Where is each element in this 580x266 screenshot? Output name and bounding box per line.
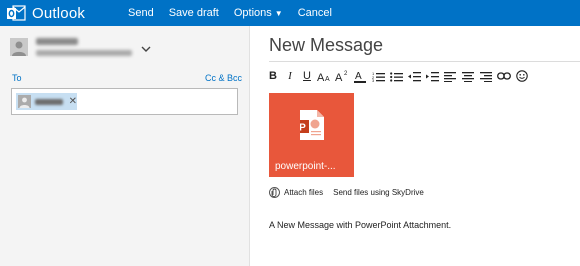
recipients-pane: To Cc & Bcc ✕ [0,26,250,266]
recipient-name-redacted [34,98,63,105]
attachment-links: Attach files Send files using SkyDrive [269,186,424,198]
svg-text:A: A [325,76,330,82]
sender-avatar [10,38,28,56]
person-icon [19,97,30,108]
align-left-icon[interactable] [442,67,458,85]
sender-email-redacted [36,50,132,56]
recipient-avatar [18,95,31,108]
svg-text:P: P [300,123,306,134]
attachment-tile[interactable]: P powerpoint-... [269,93,354,177]
title-divider [269,61,580,62]
options-menu[interactable]: Options ▼ [234,7,283,19]
chevron-down-icon[interactable] [141,41,151,52]
font-color-icon[interactable]: A [352,67,368,85]
send-button[interactable]: Send [128,7,154,19]
to-field[interactable]: ✕ [11,88,238,115]
bullet-list-icon[interactable] [388,67,404,85]
sender-info [36,38,136,56]
recipient-chip[interactable]: ✕ [16,93,77,110]
increase-indent-icon[interactable] [424,67,440,85]
font-size-icon[interactable]: AA [316,67,332,85]
powerpoint-file-icon: P [296,110,324,140]
chevron-down-icon: ▼ [274,9,283,18]
underline-icon[interactable]: U [299,67,315,85]
app-name: Outlook [32,4,86,22]
decrease-indent-icon[interactable] [406,67,422,85]
outlook-logo-icon [6,3,26,23]
options-label: Options [233,7,272,19]
skydrive-link[interactable]: Send files using SkyDrive [333,188,424,197]
cancel-button[interactable]: Cancel [298,7,332,19]
svg-text:A: A [317,72,325,82]
svg-text:2: 2 [344,71,348,77]
compose-pane: New Message B I U AA A2 A 123 P powerpoi… [251,26,580,266]
bold-icon[interactable]: B [265,67,281,85]
top-bar: Outlook Send Save draft Options ▼ Cancel [0,0,580,26]
attach-files-link[interactable]: Attach files [284,188,323,197]
align-center-icon[interactable] [460,67,476,85]
paperclip-icon [269,186,280,198]
italic-icon[interactable]: I [282,67,298,85]
emoticon-icon[interactable] [514,67,530,85]
remove-recipient-icon[interactable]: ✕ [69,96,77,107]
svg-text:A: A [355,71,362,82]
numbered-list-icon[interactable]: 123 [370,67,386,85]
person-icon [12,41,26,56]
sender-name-redacted [36,38,78,45]
align-right-icon[interactable] [478,67,494,85]
page-title[interactable]: New Message [269,35,383,56]
formatting-toolbar: B I U AA A2 A 123 [265,67,580,85]
svg-text:3: 3 [372,78,375,82]
attachment-name: powerpoint-... [275,161,336,172]
link-icon[interactable] [496,67,512,85]
to-label: To [12,73,22,83]
superscript-icon[interactable]: A2 [334,67,350,85]
save-draft-button[interactable]: Save draft [169,7,219,19]
app-logo[interactable]: Outlook [6,3,128,23]
message-body[interactable]: A New Message with PowerPoint Attachment… [269,220,451,230]
cc-bcc-link[interactable]: Cc & Bcc [205,73,242,83]
svg-text:A: A [335,72,343,82]
